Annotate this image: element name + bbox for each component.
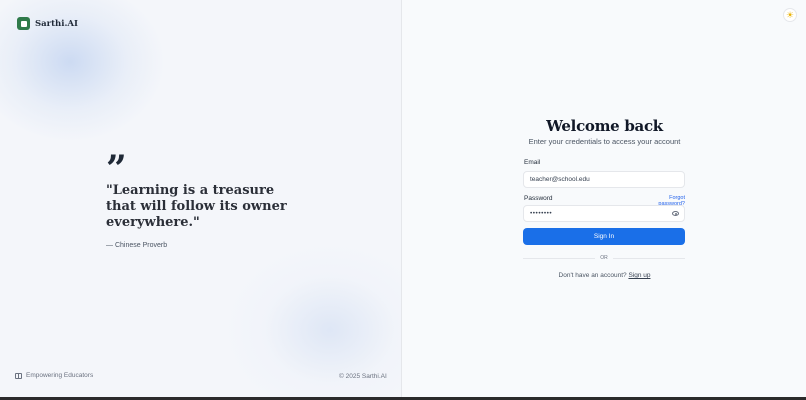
theme-toggle-button[interactable]: ☀ <box>783 8 797 22</box>
eye-icon[interactable] <box>672 211 679 216</box>
quote-author: — Chinese Proverb <box>106 242 168 249</box>
brand-name: Sarthi.AI <box>35 18 78 29</box>
sarthi-logo-icon <box>17 17 30 30</box>
sign-up-link[interactable]: Sign up <box>628 272 650 279</box>
or-text: OR <box>600 255 608 261</box>
quote-mark-icon: ” <box>106 148 127 190</box>
book-open-icon <box>15 372 22 379</box>
divider-line <box>523 257 596 259</box>
quote-text: "Learning is a treasure that will follow… <box>106 183 287 230</box>
email-field[interactable]: teacher@school.edu <box>523 171 685 188</box>
password-label: Password <box>524 195 553 202</box>
password-field[interactable]: •••••••• <box>523 205 685 222</box>
page-subtitle: Enter your credentials to access your ac… <box>528 137 681 146</box>
sun-icon: ☀ <box>785 9 795 20</box>
or-divider: OR <box>523 254 685 262</box>
email-label: Email <box>524 159 541 166</box>
brand[interactable]: Sarthi.AI <box>17 17 78 30</box>
no-account-text: Don't have an account? <box>558 272 627 279</box>
left-panel: Sarthi.AI ” "Learning is a treasure that… <box>0 0 402 397</box>
sign-in-button[interactable]: Sign In <box>523 228 685 245</box>
divider-line <box>612 257 685 259</box>
copyright: © 2025 Sarthi.AI <box>339 373 387 380</box>
right-panel: ☀ Welcome back Enter your credentials to… <box>403 0 806 397</box>
tagline-text: Empowering Educators <box>26 372 94 379</box>
page-title: Welcome back <box>546 117 663 135</box>
tagline: Empowering Educators <box>15 372 93 379</box>
signup-prompt: Don't have an account? Sign up <box>403 272 806 279</box>
password-value: •••••••• <box>530 210 553 217</box>
